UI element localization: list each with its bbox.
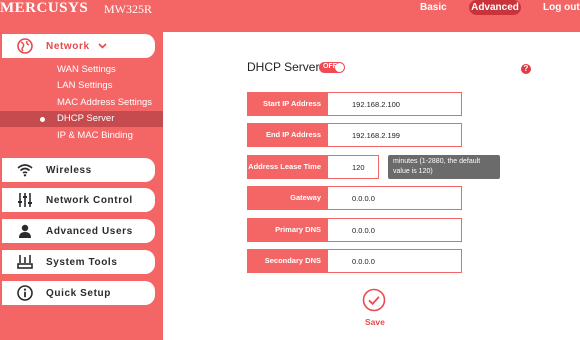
sidebar-item-label: Network Control	[46, 194, 133, 206]
sidebar-subitem-mac-address-settings[interactable]: MAC Address Settings	[0, 95, 163, 111]
save-button[interactable]	[362, 288, 386, 312]
sidebar-item-network[interactable]: Network	[2, 34, 155, 58]
primary-dns-label: Primary DNS	[247, 218, 327, 242]
sliders-icon	[12, 193, 38, 207]
start-ip-row: Start IP Address	[247, 92, 462, 116]
sidebar-subitem-label: DHCP Server	[57, 113, 115, 124]
sidebar-item-quick-setup[interactable]: Quick Setup	[2, 281, 155, 305]
model-name: MW325R	[104, 2, 152, 16]
globe-icon	[12, 38, 38, 54]
sidebar-item-system-tools[interactable]: System Tools	[2, 250, 155, 274]
brand-logo: MERCUSYS	[0, 0, 89, 16]
toggle-knob	[335, 63, 344, 72]
gateway-input[interactable]	[327, 186, 462, 210]
dhcp-toggle[interactable]: OFF	[319, 62, 345, 73]
logout-link[interactable]: Log out	[543, 2, 580, 13]
primary-dns-input[interactable]	[327, 218, 462, 242]
sidebar-subitem-ip-mac-binding[interactable]: IP & MAC Binding	[0, 128, 163, 144]
sidebar-item-label: Network	[46, 40, 90, 52]
user-icon	[12, 224, 38, 238]
save-label: Save	[365, 317, 385, 327]
end-ip-label: End IP Address	[247, 123, 327, 147]
info-icon	[12, 285, 38, 301]
sidebar-item-label: Advanced Users	[46, 225, 133, 237]
wifi-icon	[12, 163, 38, 177]
sidebar: Network WAN Settings LAN Settings MAC Ad…	[0, 32, 163, 340]
page-title: DHCP Server	[247, 60, 320, 74]
sidebar-subitem-wan-settings[interactable]: WAN Settings	[0, 62, 163, 78]
nav-basic-link[interactable]: Basic	[420, 2, 447, 13]
sidebar-item-label: Wireless	[46, 164, 92, 176]
tools-icon	[12, 255, 38, 269]
sidebar-subitem-lan-settings[interactable]: LAN Settings	[0, 78, 163, 94]
selected-indicator	[40, 117, 45, 122]
end-ip-row: End IP Address	[247, 123, 462, 147]
secondary-dns-input[interactable]	[327, 249, 462, 273]
start-ip-input[interactable]	[327, 92, 462, 116]
gateway-label: Gateway	[247, 186, 327, 210]
primary-dns-row: Primary DNS	[247, 218, 462, 242]
gateway-row: Gateway	[247, 186, 462, 210]
sidebar-item-advanced-users[interactable]: Advanced Users	[2, 219, 155, 243]
help-icon[interactable]: ?	[521, 64, 531, 74]
sidebar-item-label: System Tools	[46, 256, 118, 268]
nav-advanced-tab[interactable]: Advanced	[469, 0, 521, 15]
lease-time-label: Address Lease Time	[247, 155, 327, 179]
lease-time-row: Address Lease Time minutes (1-2880, the …	[247, 155, 500, 179]
top-bar: MERCUSYS MW325R Basic Advanced Log out	[0, 0, 580, 32]
end-ip-input[interactable]	[327, 123, 462, 147]
sidebar-item-network-control[interactable]: Network Control	[2, 188, 155, 212]
check-circle-icon	[362, 288, 386, 312]
main-panel: DHCP Server OFF ? Start IP Address End I…	[163, 32, 580, 340]
chevron-down-icon	[98, 41, 107, 52]
lease-time-input[interactable]	[327, 155, 379, 179]
secondary-dns-row: Secondary DNS	[247, 249, 462, 273]
sidebar-item-label: Quick Setup	[46, 287, 111, 299]
sidebar-subitem-dhcp-server[interactable]: DHCP Server	[0, 111, 163, 127]
lease-time-hint: minutes (1-2880, the default value is 12…	[388, 155, 500, 179]
secondary-dns-label: Secondary DNS	[247, 249, 327, 273]
sidebar-item-wireless[interactable]: Wireless	[2, 158, 155, 182]
start-ip-label: Start IP Address	[247, 92, 327, 116]
